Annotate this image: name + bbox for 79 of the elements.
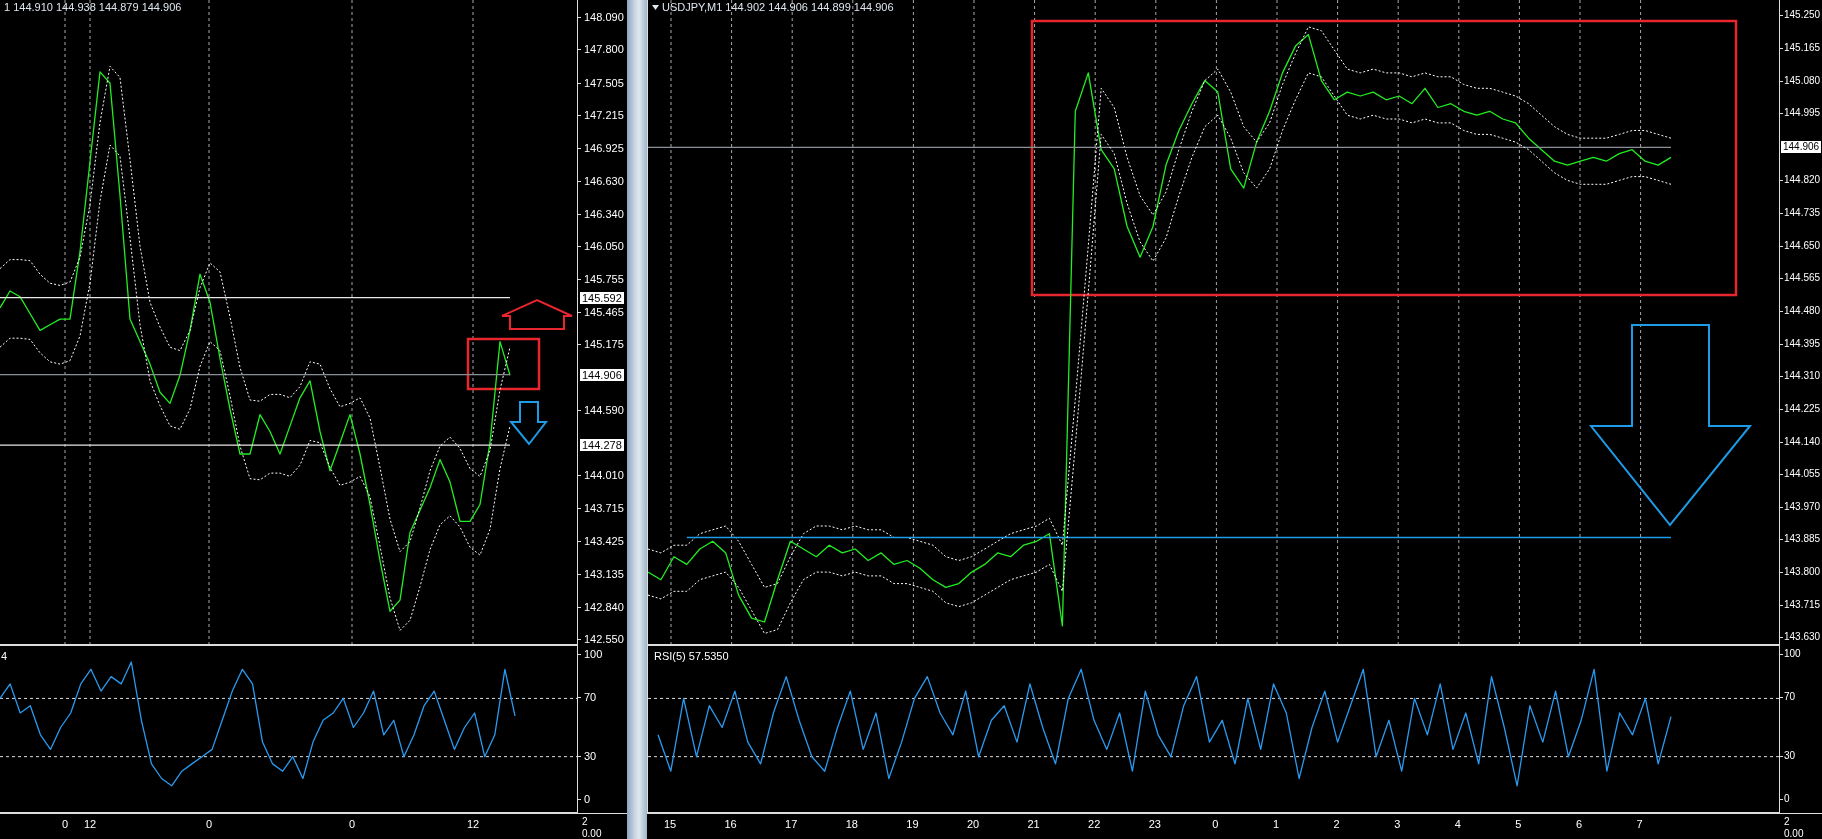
price-axis-label: 145.465: [584, 305, 624, 318]
price-axis-label: 144.055: [1784, 468, 1821, 481]
time-axis-label: 7: [1636, 818, 1643, 830]
price-axis-label: 147.505: [584, 76, 624, 89]
price-axis-label: 143.715: [584, 502, 624, 515]
price-axis-label: 145.080: [1784, 74, 1821, 87]
time-axis-label: 4: [1454, 818, 1461, 830]
price-axis-label: 144.820: [1784, 174, 1821, 187]
time-axis-label: 2: [1333, 818, 1340, 830]
time-axis-label: 0: [348, 818, 356, 830]
indicator-axis-label: 30: [584, 749, 597, 762]
price-axis-label: 146.340: [584, 207, 624, 220]
time-axis-label: 12: [466, 818, 480, 830]
price-axis-label: 144.735: [1784, 207, 1821, 220]
price-axis-label: 143.715: [1784, 598, 1821, 611]
time-axis-label: 21: [1027, 818, 1040, 830]
indicator-label: 4: [1, 650, 8, 662]
indicator-axis-label: 0: [584, 793, 591, 806]
price-axis-label: 145.175: [584, 338, 624, 351]
price-axis-label: 144.310: [1784, 370, 1821, 383]
indicator-axis-label: 70: [584, 691, 597, 704]
price-axis-label: 147.215: [584, 109, 624, 122]
price-axis-label: 143.885: [1784, 533, 1821, 546]
price-axis-label: 144.565: [1784, 272, 1821, 285]
price-level-label: 144.906: [580, 368, 624, 381]
time-axis-label: 0: [1212, 818, 1219, 830]
price-axis-label: 143.630: [1784, 631, 1821, 644]
time-axis-label: 20: [966, 818, 980, 830]
time-axis-label: 17: [785, 818, 798, 830]
axis-label: 0.00: [582, 828, 602, 839]
indicator-axis-label: 100: [1784, 647, 1801, 660]
price-axis-label: 143.800: [1784, 566, 1821, 579]
time-axis-label: 18: [845, 818, 858, 830]
price-axis-label: 145.755: [584, 273, 624, 286]
indicator-axis-label: 30: [1784, 749, 1796, 762]
price-axis-label: 146.050: [584, 240, 624, 253]
price-axis-label: 143.135: [584, 567, 624, 580]
time-axis-label: 19: [906, 818, 919, 830]
price-axis-label: 146.925: [584, 141, 624, 154]
indicator-axis-label: 100: [584, 647, 603, 660]
time-axis-label: 6: [1575, 818, 1583, 830]
price-axis-label: 144.995: [1784, 107, 1821, 120]
price-axis-label: 146.630: [584, 174, 624, 187]
price-axis-label: 144.225: [1784, 402, 1821, 415]
axis-label: 2: [1784, 816, 1790, 827]
price-axis-label: 143.425: [584, 535, 624, 548]
time-axis-label: 12: [83, 818, 97, 830]
price-level-label: 144.278: [580, 439, 624, 452]
price-axis-label: 143.970: [1784, 500, 1821, 513]
price-axis-label: 142.550: [584, 633, 624, 645]
price-axis-label: 142.840: [584, 600, 624, 613]
price-axis-label: 144.480: [1784, 304, 1821, 317]
time-axis-label: 5: [1515, 818, 1522, 830]
indicator-label: RSI(5) 57.5350: [654, 650, 729, 662]
time-axis-label: 3: [1394, 818, 1401, 830]
price-axis-label: 144.010: [584, 469, 624, 482]
price-axis-label: 145.250: [1784, 9, 1821, 22]
indicator-axis-label: 0: [1784, 793, 1790, 806]
time-axis-label: 16: [724, 818, 737, 830]
axis-label: 0.00: [1784, 828, 1804, 839]
chart-title: USDJPY,M1 144.902 144.906 144.899 144.906: [662, 1, 894, 13]
price-axis-label: 144.395: [1784, 337, 1821, 350]
time-axis-label: 15: [663, 818, 677, 830]
time-axis-label: 22: [1088, 818, 1101, 830]
price-axis-label: 144.590: [584, 404, 624, 417]
axis-label: 2: [582, 816, 588, 827]
price-axis-label: 144.650: [1784, 239, 1821, 252]
time-axis-label: 0: [61, 818, 69, 830]
time-axis-label: 0: [205, 818, 213, 830]
price-axis-label: 145.165: [1784, 42, 1821, 54]
time-axis-label: 23: [1148, 818, 1161, 830]
chart-title: 1 144.910 144.938 144.879 144.906: [4, 1, 182, 13]
price-axis-label: 144.140: [1784, 435, 1821, 448]
price-level-label: 145.592: [580, 291, 624, 304]
indicator-axis-label: 70: [1784, 691, 1796, 704]
price-level-label: 144.906: [1781, 141, 1822, 154]
price-axis-label: 148.090: [584, 10, 624, 23]
time-axis-label: 1: [1272, 818, 1280, 830]
price-axis-label: 147.800: [584, 43, 624, 56]
